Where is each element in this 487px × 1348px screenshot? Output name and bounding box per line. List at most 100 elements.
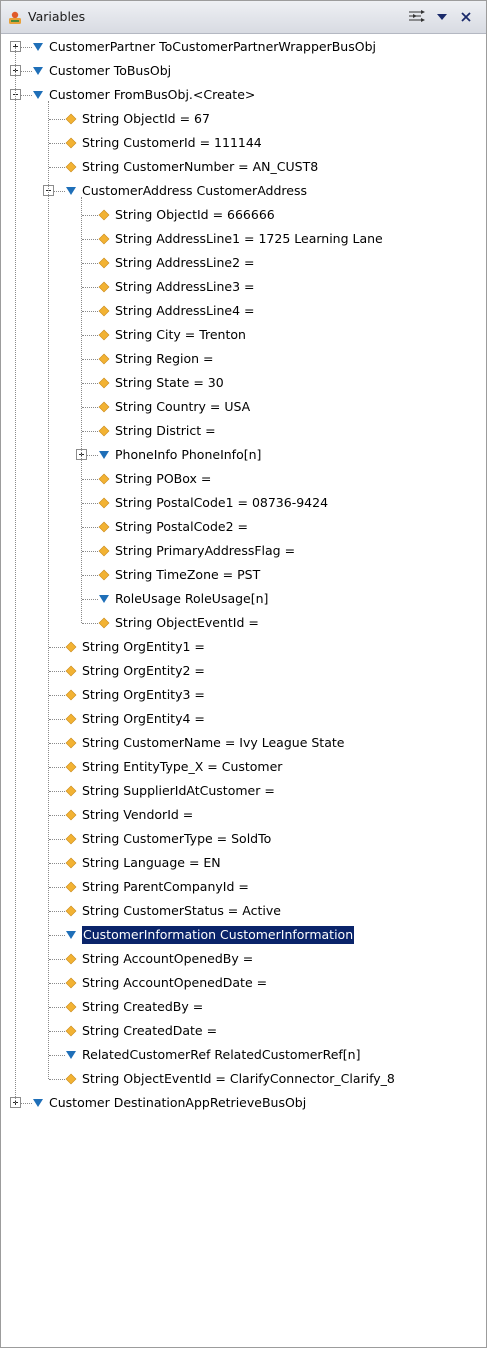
tree-node-variable[interactable]: String PostalCode2 =	[1, 515, 486, 539]
tree-node-variable[interactable]: String City = Trenton	[1, 323, 486, 347]
string-variable-icon	[65, 833, 77, 845]
tree-node-variable[interactable]: String OrgEntity4 =	[1, 707, 486, 731]
tree-node-label: String CustomerStatus = Active	[82, 903, 281, 918]
tree-node-variable[interactable]: String PrimaryAddressFlag =	[1, 539, 486, 563]
tree-node-label: String ObjectEventId = ClarifyConnector_…	[82, 1071, 395, 1086]
view-title-bar: Variables	[1, 1, 486, 34]
tree-node-variable[interactable]: String AddressLine3 =	[1, 275, 486, 299]
tree-connector	[49, 119, 65, 120]
tree-node-variable[interactable]: String CustomerId = 111144	[1, 131, 486, 155]
string-variable-icon	[65, 161, 77, 173]
tree-node-variable[interactable]: String CreatedDate =	[1, 1019, 486, 1043]
tree-connector	[49, 887, 65, 888]
string-variable-icon	[65, 857, 77, 869]
string-variable-icon	[65, 977, 77, 989]
tree-node-variable[interactable]: String VendorId =	[1, 803, 486, 827]
tree-node-object[interactable]: Customer ToBusObj	[1, 59, 486, 83]
tree-node-variable[interactable]: String OrgEntity3 =	[1, 683, 486, 707]
tree-node-variable[interactable]: String ParentCompanyId =	[1, 875, 486, 899]
tree-node-variable[interactable]: String District =	[1, 419, 486, 443]
object-icon	[98, 449, 110, 461]
tree-node-object[interactable]: Customer FromBusObj.<Create>	[1, 83, 486, 107]
tree-node-variable[interactable]: String AddressLine4 =	[1, 299, 486, 323]
view-menu-icon[interactable]	[433, 6, 451, 28]
tree-connector	[49, 719, 65, 720]
tree-node-label: String ObjectId = 67	[82, 111, 210, 126]
tree-connector	[82, 431, 98, 432]
tree-connector	[82, 359, 98, 360]
tree-node-variable[interactable]: String CustomerType = SoldTo	[1, 827, 486, 851]
tree-node-object[interactable]: Customer DestinationAppRetrieveBusObj	[1, 1091, 486, 1115]
tree-node-object[interactable]: RoleUsage RoleUsage[n]	[1, 587, 486, 611]
tree-node-variable[interactable]: String AccountOpenedBy =	[1, 947, 486, 971]
tree-connector	[49, 935, 65, 936]
string-variable-icon	[65, 689, 77, 701]
tree-node-label: String ObjectEventId =	[115, 615, 259, 630]
tree-node-variable[interactable]: String AddressLine1 = 1725 Learning Lane	[1, 227, 486, 251]
tree-node-variable[interactable]: String POBox =	[1, 467, 486, 491]
tree-node-label: String OrgEntity2 =	[82, 663, 205, 678]
tree-node-variable[interactable]: String OrgEntity1 =	[1, 635, 486, 659]
tree-node-variable[interactable]: String Language = EN	[1, 851, 486, 875]
tree-node-variable[interactable]: String ObjectEventId = ClarifyConnector_…	[1, 1067, 486, 1091]
tree-node-object[interactable]: CustomerAddress CustomerAddress	[1, 179, 486, 203]
tree-node-label: String Region =	[115, 351, 214, 366]
string-variable-icon	[98, 473, 110, 485]
tree-node-label: RelatedCustomerRef RelatedCustomerRef[n]	[82, 1047, 361, 1062]
tree-node-label: Customer FromBusObj.<Create>	[49, 87, 256, 102]
tree-connector	[49, 1007, 65, 1008]
tree-node-variable[interactable]: String OrgEntity2 =	[1, 659, 486, 683]
tree-node-label: String ObjectId = 666666	[115, 207, 275, 222]
tree-node-label: CustomerAddress CustomerAddress	[82, 183, 307, 198]
tree-node-label: String PrimaryAddressFlag =	[115, 543, 296, 558]
string-variable-icon	[98, 281, 110, 293]
tree-node-label: String CustomerId = 111144	[82, 135, 262, 150]
string-variable-icon	[98, 257, 110, 269]
tree-node-variable[interactable]: String Region =	[1, 347, 486, 371]
tree-node-variable[interactable]: String ObjectId = 666666	[1, 203, 486, 227]
tree-node-object[interactable]: CustomerInformation CustomerInformation	[1, 923, 486, 947]
string-variable-icon	[65, 137, 77, 149]
tree-node-variable[interactable]: String SupplierIdAtCustomer =	[1, 779, 486, 803]
string-variable-icon	[65, 881, 77, 893]
string-variable-icon	[98, 425, 110, 437]
close-icon[interactable]	[456, 6, 476, 28]
tree-node-variable[interactable]: String PostalCode1 = 08736-9424	[1, 491, 486, 515]
tree-node-variable[interactable]: String CustomerNumber = AN_CUST8	[1, 155, 486, 179]
tree-node-variable[interactable]: String CustomerName = Ivy League State	[1, 731, 486, 755]
tree-node-variable[interactable]: String EntityType_X = Customer	[1, 755, 486, 779]
tree-connector	[81, 197, 82, 623]
tree-connector	[82, 239, 98, 240]
string-variable-icon	[65, 1073, 77, 1085]
string-variable-icon	[65, 761, 77, 773]
tree-node-variable[interactable]: String AccountOpenedDate =	[1, 971, 486, 995]
tree-node-label: String AccountOpenedBy =	[82, 951, 254, 966]
tree-node-variable[interactable]: String ObjectId = 67	[1, 107, 486, 131]
tree-node-variable[interactable]: String AddressLine2 =	[1, 251, 486, 275]
object-icon	[98, 593, 110, 605]
object-icon	[32, 89, 44, 101]
string-variable-icon	[98, 353, 110, 365]
object-icon	[32, 65, 44, 77]
tree-node-label: String PostalCode2 =	[115, 519, 248, 534]
variables-tree: CustomerPartner ToCustomerPartnerWrapper…	[1, 34, 486, 1347]
tree-node-label: String PostalCode1 = 08736-9424	[115, 495, 329, 510]
collapse-all-icon[interactable]	[403, 6, 429, 28]
tree-node-label: String Language = EN	[82, 855, 221, 870]
tree-node-variable[interactable]: String TimeZone = PST	[1, 563, 486, 587]
string-variable-icon	[65, 737, 77, 749]
tree-node-variable[interactable]: String CustomerStatus = Active	[1, 899, 486, 923]
tree-node-label: RoleUsage RoleUsage[n]	[115, 591, 269, 606]
tree-node-object[interactable]: RelatedCustomerRef RelatedCustomerRef[n]	[1, 1043, 486, 1067]
tree-node-variable[interactable]: String Country = USA	[1, 395, 486, 419]
tree-connector	[82, 215, 98, 216]
tree-node-object[interactable]: PhoneInfo PhoneInfo[n]	[1, 443, 486, 467]
tree-node-label: PhoneInfo PhoneInfo[n]	[115, 447, 262, 462]
tree-node-object[interactable]: CustomerPartner ToCustomerPartnerWrapper…	[1, 35, 486, 59]
tree-connector	[49, 839, 65, 840]
tree-node-variable[interactable]: String State = 30	[1, 371, 486, 395]
tree-node-variable[interactable]: String ObjectEventId =	[1, 611, 486, 635]
object-icon	[65, 1049, 77, 1061]
string-variable-icon	[98, 401, 110, 413]
tree-node-variable[interactable]: String CreatedBy =	[1, 995, 486, 1019]
